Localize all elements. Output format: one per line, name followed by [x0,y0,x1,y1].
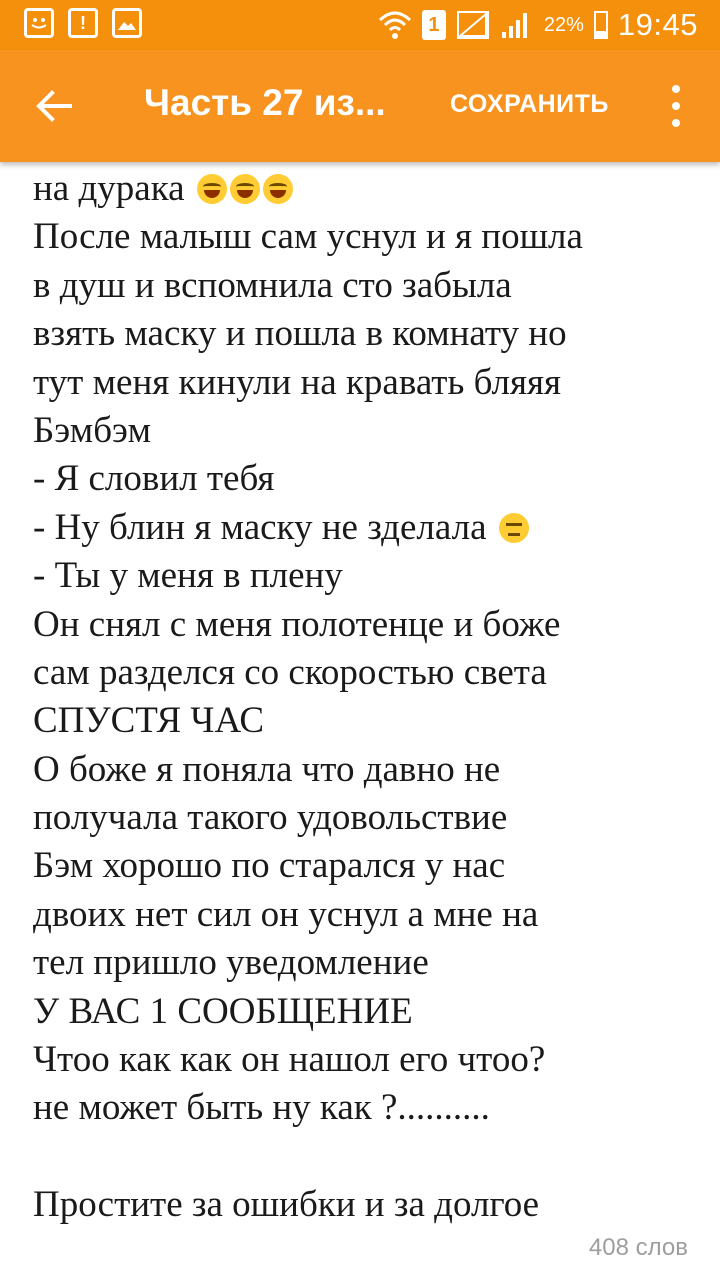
text-line: не может быть ну как ?.......... [33,1084,693,1132]
status-bar: ! 1 22% 19:45 [0,0,720,50]
text-line-content: О боже я поняла что давно не [33,748,501,790]
text-line: - Я словил тебя [33,455,693,503]
text-line: - Ну блин я маску не зделала [33,504,693,552]
text-line-content: двоих нет сил он уснул а мне на [33,893,539,935]
text-line-content: У ВАС 1 СООБЩЕНИЕ [33,990,413,1032]
editor-footer: 408 слов [0,1224,720,1280]
back-arrow-icon [36,90,72,122]
battery-icon [593,11,608,39]
text-line-content: - Ты у меня в плену [33,555,343,597]
neutral-face-emoji-icon [498,512,529,543]
editor-content[interactable]: на дурака После малыш сам уснул и я пошл… [33,165,693,1224]
text-line: О боже я поняла что давно не [33,746,693,794]
more-dot-icon [672,119,680,128]
text-line: сам разделся со скоростью света [33,649,693,697]
text-line-content: - Я словил тебя [33,458,275,500]
text-line-content: СПУСТЯ ЧАС [33,700,264,742]
laughing-emoji-icon [262,174,293,204]
text-line-content: Простите за ошибки и за долгое [33,1184,540,1224]
text-line: Чтоо как как он нашол его чтоо? [33,1036,693,1084]
page-title: Часть 27 из... [144,82,386,123]
text-line: взять маску и пошла в комнату но [33,310,693,358]
status-bar-right: 1 22% 19:45 [378,4,698,46]
text-line: Он снял с меня полотенце и боже [33,601,693,649]
text-line-content: в душ и вспомнила сто забыла [33,264,512,306]
text-line-content: Бэмбэм [33,409,152,451]
battery-percent: 22% [543,13,584,36]
text-line: Бэм хорошо по старался у нас [33,842,693,890]
wifi-icon [378,11,411,39]
text-line-content: получала такого удовольствие [33,797,508,839]
signal-empty-icon [456,11,489,39]
laughing-emoji-icon [229,174,260,204]
text-line: Бэмбэм [33,407,693,455]
text-line-content: не может быть ну как ?.......... [33,1087,490,1129]
app-bar: Часть 27 из... СОХРАНИТЬ [0,50,720,162]
laughing-emoji-icon [196,174,227,204]
text-line-content: После малыш сам уснул и я пошла [33,216,583,258]
text-line: тел пришло уведомление [33,939,693,987]
text-line-content: Он снял с меня полотенце и боже [33,603,561,645]
signal-bars-icon [501,13,527,38]
text-line-content: сам разделся со скоростью света [33,651,547,693]
text-line-content: тут меня кинули на кравать бляяя [33,361,562,403]
alert-icon: ! [68,8,98,38]
text-line-content: тел пришло уведомление [33,942,429,984]
text-line: После малыш сам уснул и я пошла [33,213,693,261]
text-line: тут меня кинули на кравать бляяя [33,359,693,407]
text-line: - Ты у меня в плену [33,552,693,600]
text-line-content: - Ну блин я маску не зделала [33,506,496,548]
text-line-content: на дурака [33,168,194,209]
notification-icon [24,8,54,38]
text-line [33,1133,693,1181]
text-line-content: Бэм хорошо по старался у нас [33,845,506,887]
image-icon [112,8,142,38]
text-line: получала такого удовольствие [33,794,693,842]
more-dot-icon [672,101,680,110]
text-line-content: взять маску и пошла в комнату но [33,313,567,355]
text-line: двоих нет сил он уснул а мне на [33,891,693,939]
text-line: в душ и вспомнила сто забыла [33,262,693,310]
text-editor[interactable]: на дурака После малыш сам уснул и я пошл… [0,162,720,1224]
text-line-content: Чтоо как как он нашол его чтоо? [33,1039,546,1081]
back-button[interactable] [26,78,82,134]
text-line: СПУСТЯ ЧАС [33,697,693,745]
text-line: на дурака [33,165,693,213]
more-options-button[interactable] [660,80,692,132]
clock: 19:45 [617,7,698,42]
sim-icon: 1 [421,10,446,40]
status-bar-left: ! [24,8,142,38]
text-line: У ВАС 1 СООБЩЕНИЕ [33,988,693,1036]
more-dot-icon [672,84,680,93]
save-button[interactable]: СОХРАНИТЬ [450,90,609,119]
text-line: Простите за ошибки и за долгое [33,1181,693,1224]
word-count: 408 слов [588,1234,688,1261]
